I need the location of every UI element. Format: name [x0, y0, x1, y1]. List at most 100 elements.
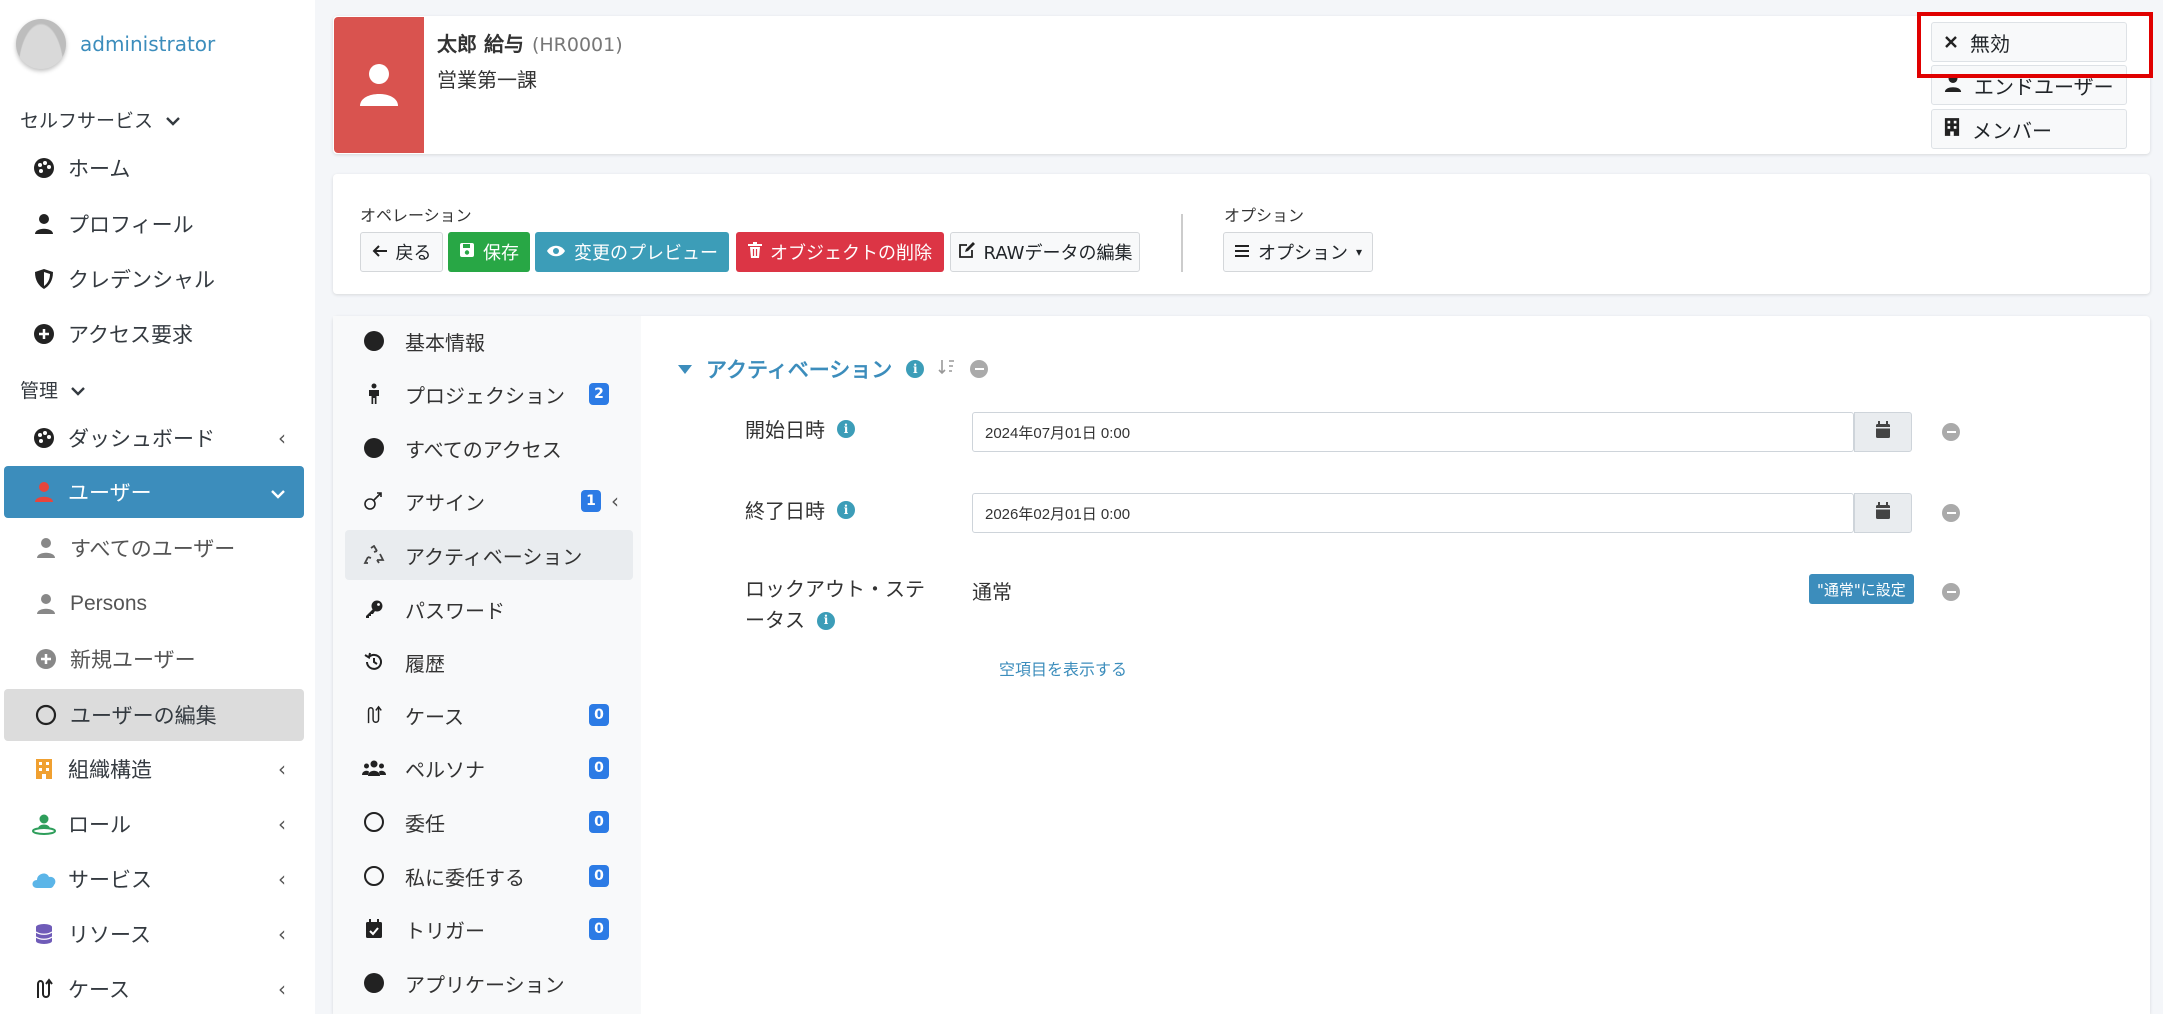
back-button[interactable]: 戻る [360, 232, 443, 272]
save-icon [459, 242, 475, 263]
dot-icon [361, 331, 387, 351]
end-date-calendar-button[interactable] [1854, 493, 1912, 533]
user-id-text: (HR0001) [531, 34, 623, 56]
tab-activation[interactable]: アクティベーション [345, 530, 633, 580]
lockout-status-label-line1: ロックアウト・ステ [745, 577, 925, 601]
info-icon[interactable]: i [837, 500, 855, 519]
sidebar-item-label: Persons [70, 592, 148, 615]
tab-cases[interactable]: ケース 0 [345, 690, 633, 740]
tab-triggers[interactable]: トリガー 0 [345, 904, 633, 954]
count-badge: 2 [589, 383, 609, 405]
assign-icon [361, 491, 387, 511]
sidebar-item-label: ホーム [68, 157, 131, 181]
back-button-label: 戻る [395, 243, 432, 264]
sidebar-item-org-structure[interactable]: 組織構造 ‹ [4, 743, 304, 795]
raw-edit-button[interactable]: RAWデータの編集 [950, 232, 1140, 272]
lockout-status-label-line2: ータス [745, 608, 805, 632]
tab-projections[interactable]: プロジェクション 2 [345, 369, 633, 419]
remove-icon[interactable] [1942, 583, 1960, 601]
preview-changes-button[interactable]: 変更のプレビュー [535, 232, 729, 272]
user-icon [30, 481, 58, 503]
member-button[interactable]: メンバー [1931, 109, 2127, 149]
tab-delegation[interactable]: 委任 0 [345, 797, 633, 847]
edit-icon [958, 241, 976, 264]
sidebar-item-label: クレデンシャル [68, 268, 215, 292]
eye-icon [546, 242, 566, 263]
user-name[interactable]: administrator [80, 32, 215, 56]
count-badge: 1 [581, 490, 601, 512]
tab-applications[interactable]: アプリケーション [345, 958, 633, 1008]
tab-personas[interactable]: ペルソナ 0 [345, 743, 633, 793]
building-icon [1944, 117, 1960, 142]
remove-icon[interactable] [970, 360, 989, 378]
options-dropdown-button[interactable]: オプション ▾ [1223, 232, 1373, 272]
end-date-input[interactable] [972, 493, 1854, 533]
highlight-box [1917, 12, 2153, 78]
member-button-label: メンバー [1972, 118, 2052, 143]
sort-icon[interactable] [938, 358, 956, 380]
chevron-left-icon: ‹ [611, 489, 619, 513]
chevron-left-icon: ‹ [278, 922, 286, 946]
start-date-calendar-button[interactable] [1854, 412, 1912, 452]
arrow-left-icon [372, 242, 388, 263]
sidebar-item-services[interactable]: サービス ‹ [4, 853, 304, 905]
info-icon[interactable]: i [817, 611, 835, 630]
delete-object-button[interactable]: オブジェクトの削除 [736, 232, 944, 272]
chevron-left-icon: ‹ [278, 977, 286, 1001]
sidebar-item-resources[interactable]: リソース ‹ [4, 908, 304, 960]
sidebar-item-roles[interactable]: ロール ‹ [4, 798, 304, 850]
sidebar-item-dashboard[interactable]: ダッシュボード ‹ [4, 412, 304, 464]
sidebar-item-credentials[interactable]: クレデンシャル [4, 253, 304, 305]
chevron-left-icon: ‹ [278, 426, 286, 450]
sidebar-item-cases[interactable]: ケース ‹ [4, 963, 304, 1014]
user-display-name: 太郎 給与 (HR0001) [437, 28, 623, 57]
self-service-header-label: セルフサービス [20, 110, 154, 132]
save-button[interactable]: 保存 [448, 232, 530, 272]
info-icon[interactable]: i [906, 360, 925, 378]
sidebar-item-edit-user[interactable]: ユーザーの編集 [4, 689, 304, 741]
lockout-status-label: ロックアウト・ステ ータス i [745, 574, 925, 636]
sidebar-item-home[interactable]: ホーム [4, 142, 304, 194]
sidebar-item-label: アクセス要求 [68, 323, 193, 347]
show-empty-fields-link[interactable]: 空項目を表示する [999, 656, 1127, 680]
count-badge: 0 [589, 918, 609, 940]
remove-icon[interactable] [1942, 423, 1960, 441]
tab-assignments[interactable]: アサイン 1 ‹ [345, 476, 633, 526]
tab-basic-info[interactable]: 基本情報 [345, 316, 633, 366]
self-service-header[interactable]: セルフサービス [20, 106, 181, 133]
admin-header[interactable]: 管理 [20, 376, 86, 403]
sidebar-item-profile[interactable]: プロフィール [4, 198, 304, 250]
circle-icon [361, 812, 387, 832]
count-badge: 0 [589, 811, 609, 833]
set-normal-button[interactable]: "通常"に設定 [1809, 574, 1914, 604]
tab-delegated-to-me[interactable]: 私に委任する 0 [345, 851, 633, 901]
palette-icon [30, 157, 58, 179]
chevron-down-icon [70, 379, 86, 401]
remove-icon[interactable] [1942, 504, 1960, 522]
database-icon [30, 923, 58, 945]
save-button-label: 保存 [483, 243, 519, 264]
sidebar-item-all-users[interactable]: すべてのユーザー [4, 522, 304, 574]
user-icon [32, 537, 60, 559]
tab-password[interactable]: パスワード [345, 584, 633, 634]
info-icon[interactable]: i [837, 419, 855, 438]
tab-history[interactable]: 履歴 [345, 637, 633, 687]
sidebar-item-new-user[interactable]: 新規ユーザー [4, 633, 304, 685]
activation-section-header[interactable]: アクティベーション i [678, 354, 989, 384]
key-icon [361, 599, 387, 619]
users-icon [361, 759, 387, 777]
building-icon [30, 758, 58, 780]
end-date-label: 終了日時 i [745, 495, 855, 524]
sidebar-item-persons[interactable]: Persons [4, 578, 304, 630]
tab-label: プロジェクション [405, 383, 565, 408]
tab-label: 履歴 [405, 651, 445, 676]
caret-down-icon [678, 364, 692, 374]
tab-label: ケース [405, 704, 464, 729]
user-panel[interactable]: administrator [16, 18, 215, 70]
sidebar-item-users[interactable]: ユーザー [4, 466, 304, 518]
start-date-input[interactable] [972, 412, 1854, 452]
chevron-down-icon [270, 480, 286, 504]
sidebar-item-access-request[interactable]: アクセス要求 [4, 308, 304, 360]
details-card: 基本情報 プロジェクション 2 すべてのアクセス アサイン 1 ‹ アクティベー… [333, 316, 2150, 1014]
tab-all-access[interactable]: すべてのアクセス [345, 423, 633, 473]
